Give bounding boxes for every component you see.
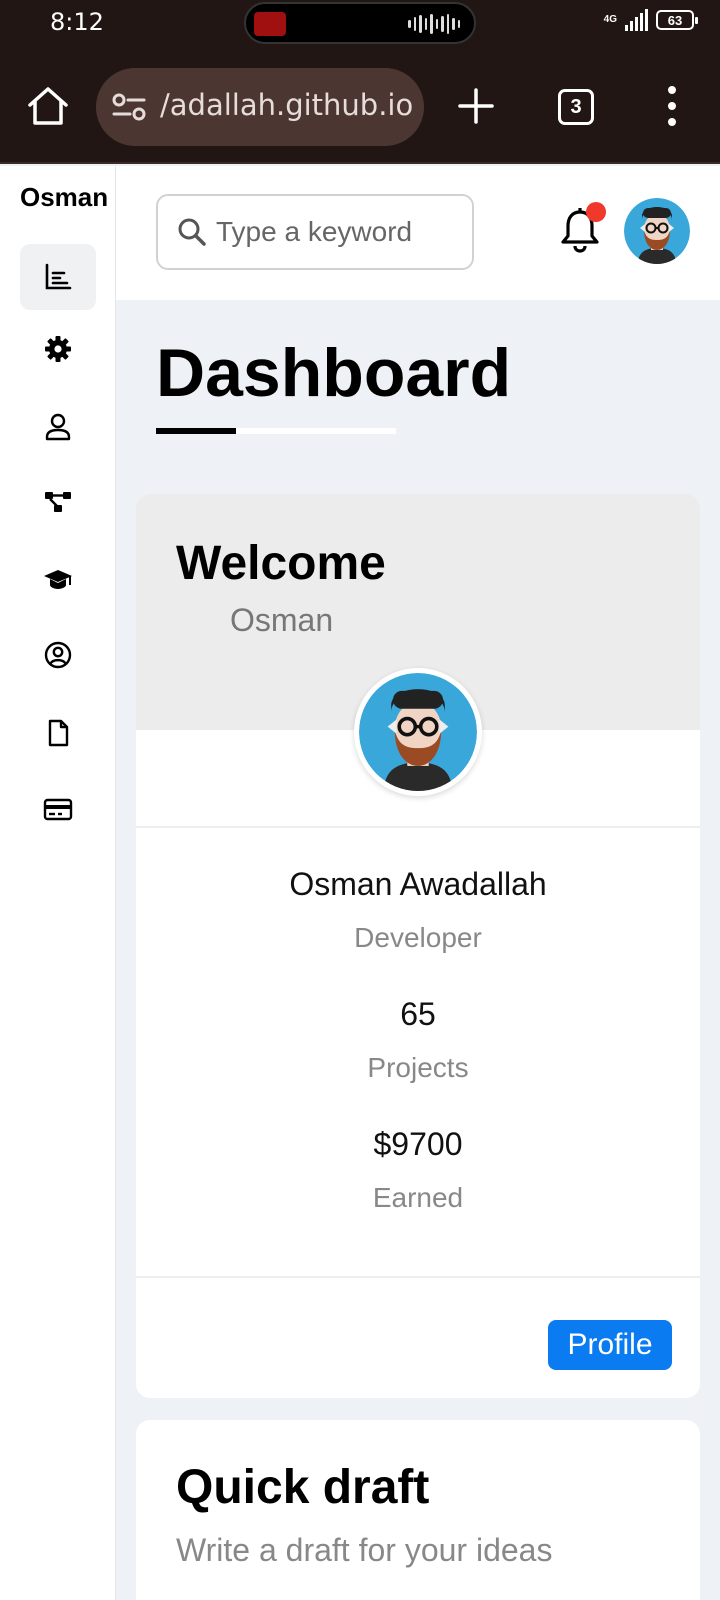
title-underline: [156, 428, 236, 434]
signal-icon: [625, 9, 648, 31]
notification-badge: [586, 202, 606, 222]
status-time: 8:12: [50, 8, 104, 36]
media-thumbnail: [254, 12, 286, 36]
sidebar-item-friends[interactable]: [20, 622, 96, 688]
search-box[interactable]: [156, 194, 474, 270]
card-divider: [136, 826, 700, 828]
search-input[interactable]: [216, 210, 456, 254]
card-divider: [136, 1276, 700, 1278]
battery-icon: 63: [656, 10, 698, 30]
user-icon: [45, 413, 71, 441]
credit-card-icon: [43, 798, 73, 821]
search-icon: [178, 218, 206, 246]
file-icon: [48, 719, 69, 747]
new-tab-icon[interactable]: [456, 86, 496, 126]
welcome-name: Osman: [230, 602, 334, 638]
diagram-icon: [45, 492, 71, 512]
dynamic-island: [244, 2, 476, 44]
status-indicators: 4G 63: [603, 9, 698, 31]
url-text: /adallah.github.io: [160, 88, 414, 122]
tab-switcher-button[interactable]: 3: [558, 89, 594, 125]
gear-icon: [45, 336, 71, 362]
sidebar-brand: Osman: [20, 182, 109, 212]
graduation-cap-icon: [44, 570, 72, 589]
sidebar-item-plans[interactable]: [20, 776, 96, 842]
audio-wave-icon: [408, 14, 460, 34]
url-bar[interactable]: /adallah.github.io: [96, 68, 424, 146]
sidebar-item-projects[interactable]: [20, 468, 96, 534]
page-title: Dashboard: [156, 335, 512, 411]
sidebar-item-dashboard[interactable]: [20, 244, 96, 310]
status-bar: 8:12 4G 63: [0, 0, 720, 44]
profile-button[interactable]: Profile: [548, 1320, 672, 1370]
earned-label: Earned: [372, 1182, 464, 1213]
earned-amount: $9700: [373, 1126, 463, 1162]
quick-draft-title: Quick draft: [176, 1461, 430, 1514]
user-circle-icon: [44, 641, 72, 669]
header-avatar[interactable]: [624, 198, 690, 264]
sidebar-item-profile[interactable]: [20, 394, 96, 460]
user-full-name: Osman Awadallah: [289, 866, 547, 902]
sidebar-item-files[interactable]: [20, 700, 96, 766]
chart-icon: [45, 263, 72, 290]
sidebar: Osman: [0, 166, 116, 1600]
quick-draft-card: Quick draft Write a draft for your ideas: [136, 1420, 700, 1600]
sidebar-item-courses[interactable]: [20, 546, 96, 612]
sidebar-item-settings[interactable]: [20, 316, 96, 382]
projects-count: 65: [400, 996, 436, 1032]
browser-toolbar: /adallah.github.io 3: [0, 44, 720, 164]
network-type: 4G: [603, 14, 617, 25]
more-menu-icon[interactable]: [662, 86, 682, 126]
home-icon[interactable]: [26, 84, 70, 128]
quick-draft-subtitle: Write a draft for your ideas: [176, 1532, 553, 1568]
profile-avatar: [354, 668, 482, 796]
top-header: [116, 166, 720, 300]
welcome-heading: Welcome: [176, 537, 386, 590]
welcome-card: Welcome Osman Osman Awadallah Developer …: [136, 494, 700, 1398]
projects-label: Projects: [367, 1052, 469, 1083]
site-settings-icon[interactable]: [112, 92, 146, 122]
user-role: Developer: [354, 922, 482, 953]
